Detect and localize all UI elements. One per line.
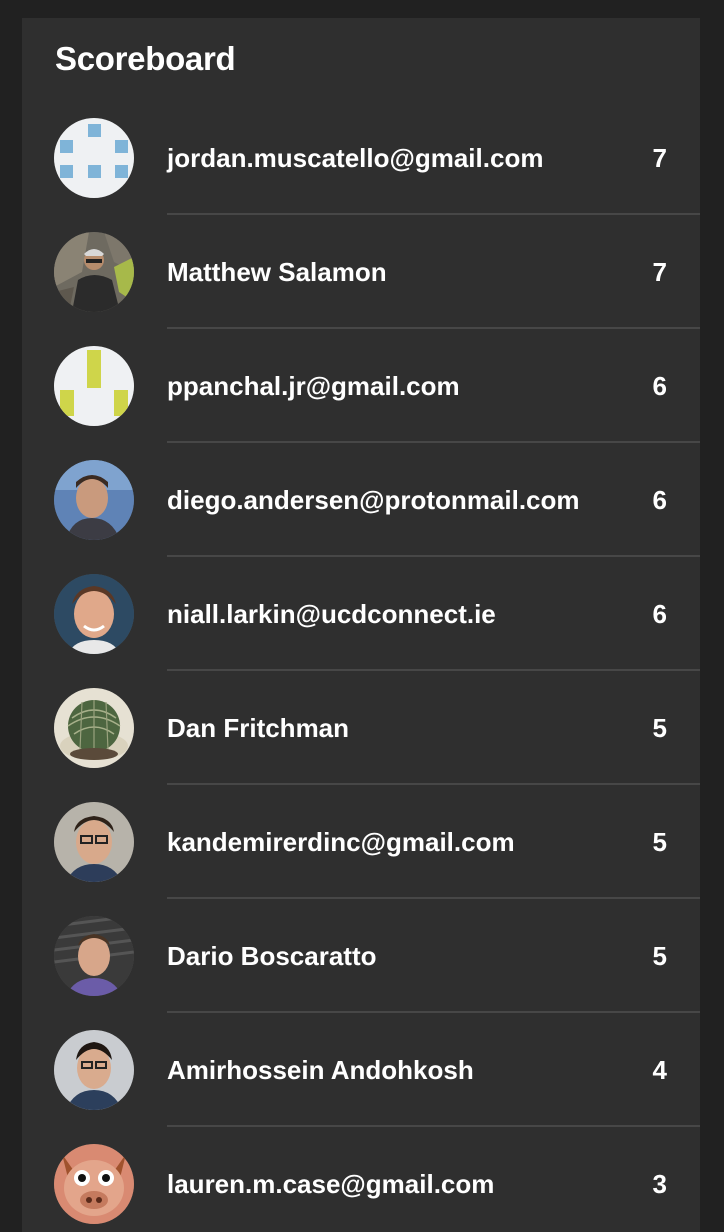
scoreboard-row[interactable]: Amirhossein Andohkosh 4 <box>22 1013 700 1127</box>
climber-photo-avatar <box>54 232 134 312</box>
player-score: 6 <box>652 485 667 515</box>
scoreboard-row[interactable]: niall.larkin@ucdconnect.ie 6 <box>22 557 700 671</box>
player-name: diego.andersen@protonmail.com <box>167 485 580 515</box>
player-score: 5 <box>652 941 667 971</box>
profile-photo-avatar <box>54 574 134 654</box>
player-score: 6 <box>652 599 667 629</box>
scoreboard-row[interactable]: lauren.m.case@gmail.com 3 <box>22 1127 700 1232</box>
player-score: 5 <box>652 713 667 743</box>
profile-photo-avatar <box>54 460 134 540</box>
scoreboard-title: Scoreboard <box>55 40 236 77</box>
player-name: lauren.m.case@gmail.com <box>167 1169 495 1199</box>
player-score: 3 <box>652 1169 667 1199</box>
player-name: jordan.muscatello@gmail.com <box>167 143 544 173</box>
identicon-blue-avatar <box>54 118 134 198</box>
player-score: 7 <box>652 257 667 287</box>
cactus-photo-avatar <box>54 688 134 768</box>
scoreboard-row[interactable]: kandemirerdinc@gmail.com 5 <box>22 785 700 899</box>
player-score: 7 <box>652 143 667 173</box>
profile-photo-avatar <box>54 1030 134 1110</box>
player-name: kandemirerdinc@gmail.com <box>167 827 515 857</box>
profile-photo-avatar <box>54 802 134 882</box>
player-score: 6 <box>652 371 667 401</box>
scoreboard-panel: Scoreboard jordan.muscatello@gmail.com 7 <box>22 18 700 1232</box>
pig-mask-photo-avatar <box>54 1144 134 1224</box>
scoreboard-row[interactable]: ppanchal.jr@gmail.com 6 <box>22 329 700 443</box>
scoreboard-row[interactable]: Matthew Salamon 7 <box>22 215 700 329</box>
profile-photo-avatar <box>54 916 134 996</box>
player-name: Matthew Salamon <box>167 257 387 287</box>
scoreboard-row[interactable]: diego.andersen@protonmail.com 6 <box>22 443 700 557</box>
scoreboard-row[interactable]: jordan.muscatello@gmail.com 7 <box>22 101 700 215</box>
player-name: niall.larkin@ucdconnect.ie <box>167 599 496 629</box>
player-score: 4 <box>652 1055 667 1085</box>
player-name: Dario Boscaratto <box>167 941 377 971</box>
identicon-yellow-avatar <box>54 346 134 426</box>
player-name: Amirhossein Andohkosh <box>167 1055 474 1085</box>
player-name: ppanchal.jr@gmail.com <box>167 371 460 401</box>
scoreboard-list: jordan.muscatello@gmail.com 7 Matthew Sa… <box>22 101 700 1232</box>
player-score: 5 <box>652 827 667 857</box>
scoreboard-row[interactable]: Dan Fritchman 5 <box>22 671 700 785</box>
scoreboard-row[interactable]: Dario Boscaratto 5 <box>22 899 700 1013</box>
player-name: Dan Fritchman <box>167 713 350 743</box>
